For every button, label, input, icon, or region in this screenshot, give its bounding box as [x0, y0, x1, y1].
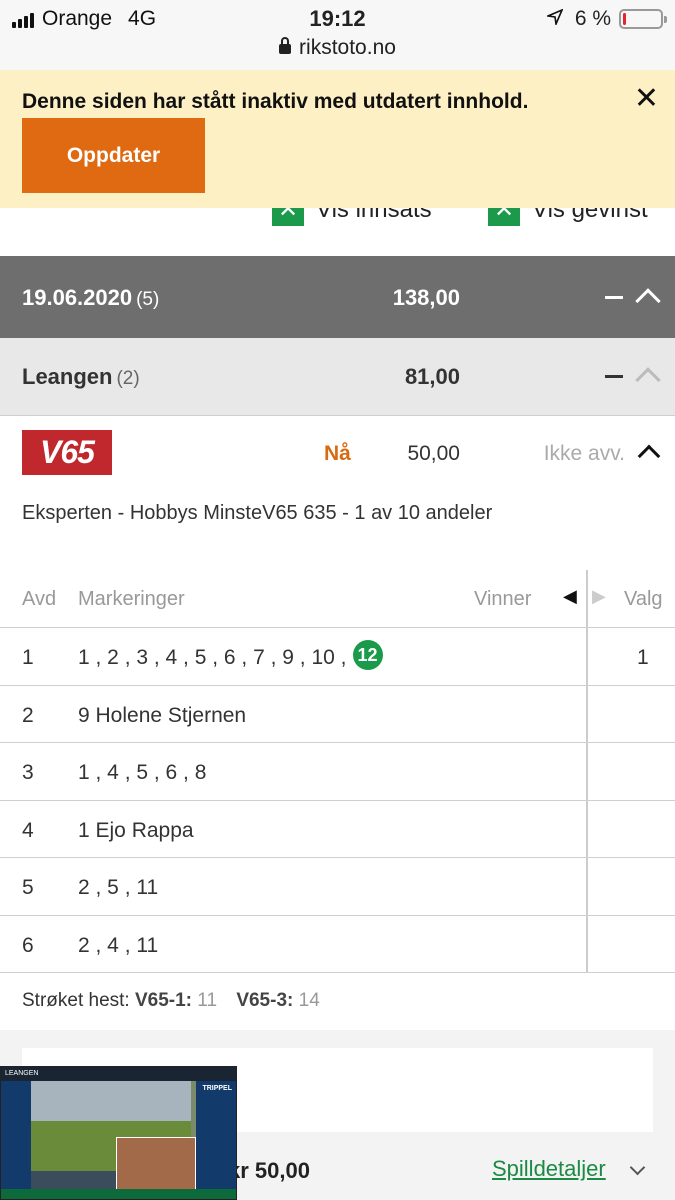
- video-inset: [116, 1137, 196, 1191]
- location-arrow-icon: [544, 7, 564, 31]
- table-header: Avd Markeringer Vinner ◀ ▶ Valg: [0, 570, 675, 628]
- collapse-minus-icon[interactable]: [605, 375, 623, 378]
- stale-content-notice: Denne siden har stått inaktiv med utdate…: [0, 70, 675, 208]
- row-choice: 1: [637, 646, 649, 669]
- battery-icon: [619, 9, 667, 29]
- row-avd: 2: [22, 703, 34, 727]
- scroll-left-icon[interactable]: ◀: [563, 586, 577, 607]
- game-description: Eksperten - Hobbys MinsteV65 635 - 1 av …: [22, 502, 493, 524]
- toggle-label: Vis gevinst: [532, 208, 648, 223]
- row-avd: 6: [22, 933, 34, 957]
- date-value: 19.06.2020: [22, 285, 133, 310]
- close-icon[interactable]: ✕: [634, 84, 659, 114]
- row-markings: 9 Holene Stjernen: [78, 703, 247, 727]
- game-amount: 50,00: [407, 442, 460, 465]
- status-bar: Orange 4G 19:12 6 %: [0, 0, 675, 40]
- scratched-race-3-number: 14: [298, 990, 320, 1011]
- lock-icon: [279, 37, 292, 54]
- scratched-race-3: V65-3:: [236, 990, 294, 1011]
- header-choice: Valg: [624, 588, 663, 610]
- video-right-label: TRIPPEL: [202, 1085, 232, 1092]
- date-label: 19.06.2020 (5): [22, 285, 159, 311]
- scratched-race-1-number: 11: [197, 990, 218, 1011]
- game-result: Ikke avv.: [543, 442, 625, 465]
- bet-total: kr 50,00: [228, 1158, 310, 1183]
- game-header[interactable]: V65 Nå 50,00 Ikke avv.: [0, 416, 675, 488]
- track-group-header[interactable]: Leangen (2) 81,00: [0, 338, 675, 416]
- chevron-up-icon[interactable]: [637, 444, 661, 468]
- date-group-header[interactable]: 19.06.2020 (5) 138,00: [0, 256, 675, 338]
- scroll-right-icon[interactable]: ▶: [592, 586, 606, 607]
- row-avd: 3: [22, 761, 34, 784]
- markings-table: Avd Markeringer Vinner ◀ ▶ Valg 1 1 , 2 …: [0, 570, 675, 973]
- scratched-label: Strøket hest:: [22, 990, 130, 1011]
- scratched-race-1: V65-1:: [134, 990, 193, 1011]
- video-track-label: LEANGEN: [1, 1067, 236, 1081]
- header-markings: Markeringer: [78, 588, 185, 610]
- chevron-up-icon[interactable]: [635, 367, 661, 393]
- row-markings: 2 , 5 , 11: [78, 876, 159, 899]
- video-left-panel: [1, 1081, 31, 1191]
- date-amount: 138,00: [392, 285, 460, 310]
- video-pip[interactable]: TRIPPEL LEANGEN: [0, 1066, 237, 1200]
- video-ticker: [1, 1189, 236, 1199]
- toggle-show-winnings[interactable]: ✕ Vis gevinst: [488, 208, 648, 226]
- header-avd: Avd: [22, 588, 57, 610]
- video-right-panel: [196, 1081, 236, 1191]
- track-count: (2): [116, 368, 140, 389]
- winner-badge: 12: [352, 640, 383, 670]
- track-label: Leangen (2): [22, 364, 140, 390]
- status-bar-right: 6 %: [544, 7, 667, 31]
- scratched-horses: Strøket hest: V65-1: 11 V65-3: 14: [22, 990, 334, 1012]
- table-row: 3 1 , 4 , 5 , 6 , 8: [0, 743, 675, 801]
- chevron-up-icon[interactable]: [635, 288, 661, 314]
- display-toggles: ✕ Vis innsats ✕ Vis gevinst: [0, 208, 675, 256]
- row-markings: 1 , 2 , 3 , 4 , 5 , 6 , 7 , 9 , 10 , 12: [78, 640, 383, 670]
- header-winner: Vinner: [474, 588, 532, 610]
- video-sky: [31, 1081, 191, 1121]
- url-bar[interactable]: rikstoto.no: [0, 36, 675, 70]
- url-text: rikstoto.no: [299, 36, 396, 59]
- game-status: Nå: [324, 442, 351, 465]
- row-markings: 1 , 4 , 5 , 6 , 8: [78, 761, 207, 784]
- checkbox-checked-icon[interactable]: ✕: [272, 208, 304, 226]
- battery-percent: 6 %: [574, 7, 611, 30]
- toggle-show-stake[interactable]: ✕ Vis innsats: [272, 208, 432, 226]
- row-avd: 4: [22, 818, 34, 842]
- update-button[interactable]: Oppdater: [22, 118, 205, 193]
- table-row: 5 2 , 5 , 11: [0, 858, 675, 916]
- track-name: Leangen: [22, 364, 113, 389]
- date-count: (5): [136, 289, 160, 310]
- chevron-down-icon[interactable]: [629, 1159, 646, 1176]
- row-markings: 1 Ejo Rappa: [78, 818, 194, 842]
- table-row: 2 9 Holene Stjernen: [0, 686, 675, 743]
- toggle-label: Vis innsats: [316, 208, 432, 223]
- table-row: 1 1 , 2 , 3 , 4 , 5 , 6 , 7 , 9 , 10 , 1…: [0, 628, 675, 686]
- checkbox-checked-icon[interactable]: ✕: [488, 208, 520, 226]
- row-avd: 1: [22, 646, 34, 669]
- table-row: 6 2 , 4 , 11: [0, 916, 675, 973]
- table-row: 4 1 Ejo Rappa: [0, 801, 675, 858]
- collapse-minus-icon[interactable]: [605, 296, 623, 299]
- track-amount: 81,00: [404, 364, 460, 389]
- markings-text: 1 , 2 , 3 , 4 , 5 , 6 , 7 , 9 , 10 ,: [78, 646, 347, 669]
- row-markings: 2 , 4 , 11: [78, 933, 159, 957]
- row-avd: 5: [22, 876, 34, 899]
- game-details-link[interactable]: Spilldetaljer: [492, 1156, 606, 1182]
- v65-logo: V65: [22, 430, 112, 475]
- notice-text: Denne siden har stått inaktiv med utdate…: [22, 90, 529, 113]
